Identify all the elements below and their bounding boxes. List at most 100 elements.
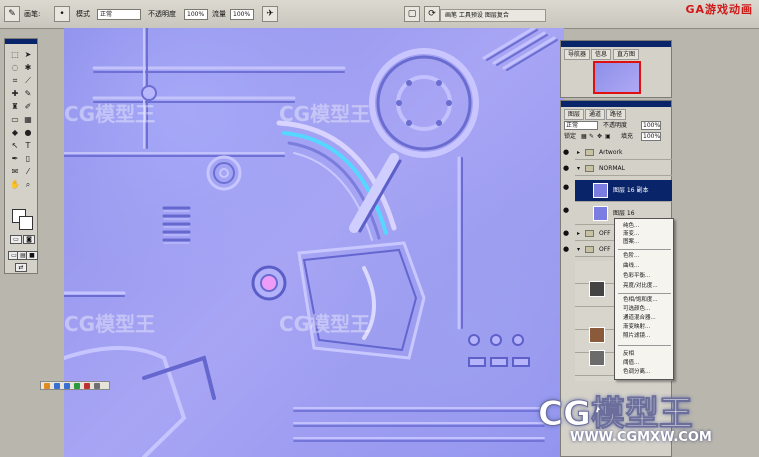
- menu-item-channel-mixer[interactable]: 通道混合器...: [623, 315, 656, 322]
- notes-tool-icon[interactable]: ✉: [9, 166, 21, 177]
- layer-thumbnail: [593, 183, 608, 198]
- slice-tool-icon[interactable]: ⟋: [22, 75, 34, 86]
- palette-well[interactable]: 画笔 工具预设 图层复合: [440, 9, 546, 22]
- lock-paint-icon[interactable]: ✎: [589, 132, 594, 141]
- layer-thumbnail: [593, 206, 608, 221]
- gradient-tool-icon[interactable]: ▦: [22, 114, 34, 125]
- tab-layers[interactable]: 图层: [564, 109, 585, 120]
- toolbox-title-bar[interactable]: [5, 39, 37, 44]
- hand-tool-icon[interactable]: ✋: [9, 179, 21, 190]
- layer-name: OFF: [599, 230, 611, 237]
- magic-wand-tool-icon[interactable]: ✱: [22, 62, 34, 73]
- visibility-eye-icon[interactable]: ●: [563, 149, 571, 156]
- menu-item-solid-color[interactable]: 纯色...: [623, 223, 639, 230]
- tab-histogram[interactable]: 直方图: [613, 49, 640, 60]
- menu-item-selective-color[interactable]: 可选颜色...: [623, 306, 650, 313]
- menu-item-gradient-map[interactable]: 渐变映射...: [623, 324, 650, 331]
- expand-triangle-icon[interactable]: ▾: [577, 242, 580, 257]
- move-tool-icon[interactable]: ➤: [22, 49, 34, 60]
- layer-row-group[interactable]: ● ▾ NORMAL: [563, 161, 672, 176]
- healing-brush-tool-icon[interactable]: ✚: [9, 88, 21, 99]
- navigator-title-bar[interactable]: [561, 41, 671, 47]
- tool-strip-icon[interactable]: [74, 383, 80, 389]
- layer-row-selected[interactable]: ● 图层 16 副本: [563, 180, 672, 202]
- menu-item-gradient[interactable]: 渐变...: [623, 231, 639, 238]
- opacity-field[interactable]: 100%: [184, 9, 208, 20]
- history-brush-tool-icon[interactable]: ✐: [22, 101, 34, 112]
- eraser-tool-icon[interactable]: ▭: [9, 114, 21, 125]
- path-selection-tool-icon[interactable]: ↖: [9, 140, 21, 151]
- flow-field[interactable]: 100%: [230, 9, 254, 20]
- menu-item-brightness-contrast[interactable]: 亮度/对比度...: [623, 283, 658, 290]
- normal-map-artwork: [64, 28, 558, 457]
- menu-separator: [618, 293, 671, 294]
- screen-mode-full-button[interactable]: ■: [26, 251, 38, 260]
- lock-move-icon[interactable]: ✥: [597, 132, 602, 141]
- adjustment-layer-menu: 纯色... 渐变... 图案... 色阶... 曲线... 色彩平衡... 亮度…: [614, 218, 674, 380]
- airbrush-icon[interactable]: ✈: [262, 6, 278, 22]
- lasso-tool-icon[interactable]: ◌: [9, 62, 21, 73]
- clone-stamp-tool-icon[interactable]: ♜: [9, 101, 21, 112]
- navigator-thumbnail[interactable]: [593, 61, 641, 94]
- tab-channels[interactable]: 通道: [585, 109, 606, 120]
- menu-item-photo-filter[interactable]: 照片滤镜...: [623, 333, 650, 340]
- standard-mode-button[interactable]: ▭: [10, 235, 22, 244]
- eyedropper-tool-icon[interactable]: ⁄: [22, 166, 34, 177]
- options-bar: ✎ 画笔: • 模式 正常 不透明度 100% 流量 100% ✈ ▢ ⟳ 画笔…: [0, 0, 759, 29]
- visibility-eye-icon[interactable]: ●: [563, 165, 571, 172]
- jump-to-imageready-button[interactable]: ⇄: [15, 263, 27, 272]
- blend-mode-select[interactable]: 正常: [564, 121, 598, 130]
- layer-fill-field[interactable]: 100%: [641, 132, 661, 141]
- toolbox: ⬚ ➤ ◌ ✱ ⌗ ⟋ ✚ ✎ ♜ ✐ ▭ ▦ ◆ ● ↖ T ✒ ▯ ✉ ⁄ …: [4, 38, 38, 274]
- brush-tool-preset-icon[interactable]: ✎: [4, 6, 20, 22]
- visibility-eye-icon[interactable]: ●: [563, 230, 571, 237]
- visibility-eye-icon[interactable]: ●: [563, 184, 571, 191]
- watermark-text: CG模型王: [64, 312, 156, 336]
- tool-strip-icon[interactable]: [44, 383, 50, 389]
- crop-tool-icon[interactable]: ⌗: [9, 75, 21, 86]
- dodge-tool-icon[interactable]: ●: [22, 127, 34, 138]
- menu-item-color-balance[interactable]: 色彩平衡...: [623, 273, 650, 280]
- menu-item-threshold[interactable]: 阈值...: [623, 360, 639, 367]
- marquee-tool-icon[interactable]: ⬚: [9, 49, 21, 60]
- expand-triangle-icon[interactable]: ▾: [577, 161, 580, 176]
- pen-tool-icon[interactable]: ✒: [9, 153, 21, 164]
- shape-tool-icon[interactable]: ▯: [22, 153, 34, 164]
- zoom-tool-icon[interactable]: ⌕: [22, 179, 34, 190]
- layer-opacity-field[interactable]: 100%: [641, 121, 661, 130]
- document-canvas[interactable]: CG模型王 CG模型王 CG模型王 CG模型王: [64, 28, 564, 457]
- layers-title-bar[interactable]: [561, 101, 671, 107]
- expand-triangle-icon[interactable]: ▸: [577, 145, 580, 160]
- menu-item-posterize[interactable]: 色调分离...: [623, 369, 650, 376]
- tool-strip-icon[interactable]: [94, 383, 100, 389]
- menu-item-curves[interactable]: 曲线...: [623, 263, 639, 270]
- quick-mask-button[interactable]: ◙: [23, 235, 35, 244]
- menu-item-pattern[interactable]: 图案...: [623, 239, 639, 246]
- mode-select[interactable]: 正常: [97, 9, 141, 20]
- menu-item-invert[interactable]: 反相: [623, 351, 634, 358]
- visibility-eye-icon[interactable]: ●: [563, 207, 571, 214]
- blur-tool-icon[interactable]: ◆: [9, 127, 21, 138]
- lock-transparency-icon[interactable]: ▦: [581, 132, 587, 141]
- lock-all-icon[interactable]: ▣: [605, 132, 611, 141]
- jump-to-icon[interactable]: ⟳: [424, 6, 440, 22]
- background-color-swatch[interactable]: [19, 216, 33, 230]
- type-tool-icon[interactable]: T: [22, 140, 34, 151]
- expand-triangle-icon[interactable]: ▸: [577, 226, 580, 241]
- brush-tool-icon[interactable]: ✎: [22, 88, 34, 99]
- tab-navigator[interactable]: 导航器: [564, 49, 591, 60]
- tool-strip-icon[interactable]: [84, 383, 90, 389]
- tool-strip-icon[interactable]: [54, 383, 60, 389]
- watermark-text: CG模型王: [279, 312, 371, 336]
- visibility-eye-icon[interactable]: ●: [563, 246, 571, 253]
- brand-logo: GA游戏动画: [685, 3, 753, 16]
- tab-info[interactable]: 信息: [591, 49, 612, 60]
- tool-strip-icon[interactable]: [64, 383, 70, 389]
- layer-row-group[interactable]: ● ▸ Artwork: [563, 145, 672, 160]
- menu-item-levels[interactable]: 色阶...: [623, 253, 639, 260]
- screen-mode-icon[interactable]: ▢: [404, 6, 420, 22]
- tab-paths[interactable]: 路径: [606, 109, 627, 120]
- menu-item-hue-saturation[interactable]: 色相/饱和度...: [623, 297, 658, 304]
- folder-icon: [585, 149, 594, 156]
- brush-picker-icon[interactable]: •: [54, 6, 70, 22]
